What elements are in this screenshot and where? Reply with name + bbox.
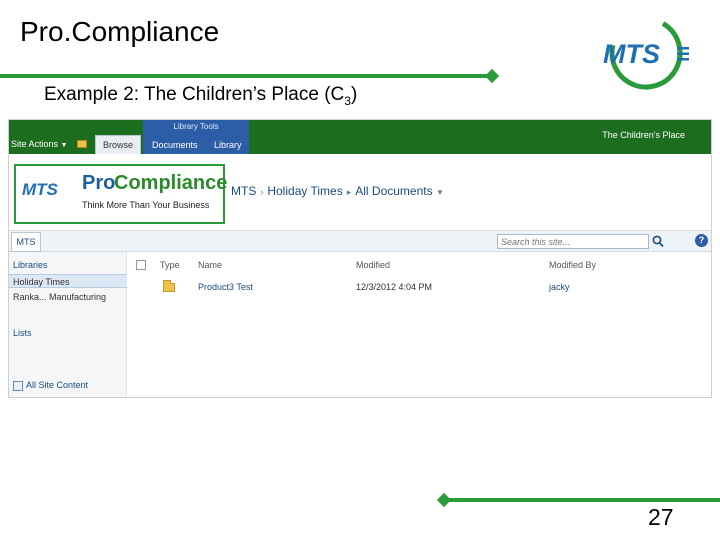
slide-subtitle: Example 2: The Children’s Place (C3): [44, 84, 357, 108]
site-logo-compliance: Compliance: [114, 172, 228, 194]
tab-documents[interactable]: Documents: [152, 140, 198, 150]
column-header-name[interactable]: Name: [198, 260, 222, 270]
ql-heading-lists[interactable]: Lists: [13, 328, 32, 338]
ribbon: Library Tools Site Actions ▼ Browse Docu…: [9, 120, 711, 154]
breadcrumb-site[interactable]: MTS: [231, 184, 256, 198]
subtitle-subscript: 3: [344, 93, 351, 108]
column-header-modified[interactable]: Modified: [356, 260, 390, 270]
tab-library[interactable]: Library: [214, 140, 242, 150]
breadcrumb-list[interactable]: Holiday Times: [267, 184, 342, 198]
breadcrumb-view[interactable]: All Documents: [355, 184, 432, 198]
library-tools-label: Library Tools: [173, 122, 219, 131]
all-site-content-label: All Site Content: [26, 380, 89, 390]
site-logo-mts: MTS: [22, 180, 58, 199]
bottom-divider: [446, 498, 720, 502]
top-divider: [0, 74, 494, 78]
document-list: Type Name Modified Modified By Product3 …: [127, 252, 711, 397]
navigate-up-icon[interactable]: [77, 140, 87, 148]
row-name-link[interactable]: Product3 Test: [198, 282, 253, 292]
breadcrumb-separator-icon: ›: [260, 187, 264, 197]
subtitle-main: Example 2: The Children’s Place (C: [44, 84, 345, 105]
ql-item-holiday-times[interactable]: Holiday Times: [9, 274, 127, 288]
select-all-checkbox[interactable]: [136, 260, 146, 270]
row-modified-by[interactable]: jacky: [549, 282, 570, 292]
column-header-modified-by[interactable]: Modified By: [549, 260, 596, 270]
site-logo[interactable]: MTS Pro Compliance Think More Than Your …: [14, 164, 228, 224]
breadcrumb-arrow-icon: ▸: [346, 187, 352, 197]
mts-logo-text: MTS: [603, 39, 660, 69]
help-icon[interactable]: ?: [695, 234, 708, 247]
ql-heading-libraries[interactable]: Libraries: [13, 260, 48, 270]
row-modified: 12/3/2012 4:04 PM: [356, 282, 433, 292]
bottom-divider-diamond: [436, 492, 452, 508]
all-site-content-icon: [13, 380, 23, 391]
site-logo-pro: Pro: [82, 172, 116, 194]
ql-all-site-content[interactable]: All Site Content: [13, 380, 88, 391]
quick-launch: Libraries Holiday Times Ranka... Manufac…: [9, 252, 127, 397]
search-input[interactable]: [497, 234, 649, 249]
top-nav-bar: MTS ?: [9, 230, 711, 252]
sharepoint-screenshot: Library Tools Site Actions ▼ Browse Docu…: [8, 119, 712, 398]
nav-tab-mts[interactable]: MTS: [11, 232, 41, 252]
search-icon[interactable]: [651, 234, 665, 249]
subtitle-end: ): [350, 84, 358, 105]
mts-logo: MTS: [603, 16, 689, 90]
view-chevron-down-icon[interactable]: ▼: [436, 188, 444, 197]
chevron-down-icon: ▼: [60, 142, 68, 149]
column-header-type[interactable]: Type: [160, 260, 180, 270]
tab-browse[interactable]: Browse: [95, 135, 141, 154]
site-name: The Children's Place: [602, 130, 685, 140]
page-number: 27: [648, 504, 674, 530]
site-header: MTS Pro Compliance Think More Than Your …: [9, 154, 711, 230]
top-divider-diamond: [484, 68, 500, 84]
folder-icon: [163, 280, 175, 292]
ql-item-manufacturing[interactable]: Ranka... Manufacturing: [9, 290, 127, 304]
slide-title: Pro.Compliance: [20, 16, 220, 47]
site-actions-label: Site Actions: [11, 139, 59, 149]
site-actions-menu[interactable]: Site Actions ▼: [11, 139, 67, 149]
breadcrumb: MTS › Holiday Times ▸ All Documents ▼: [231, 184, 444, 198]
site-logo-tagline: Think More Than Your Business: [82, 200, 210, 210]
